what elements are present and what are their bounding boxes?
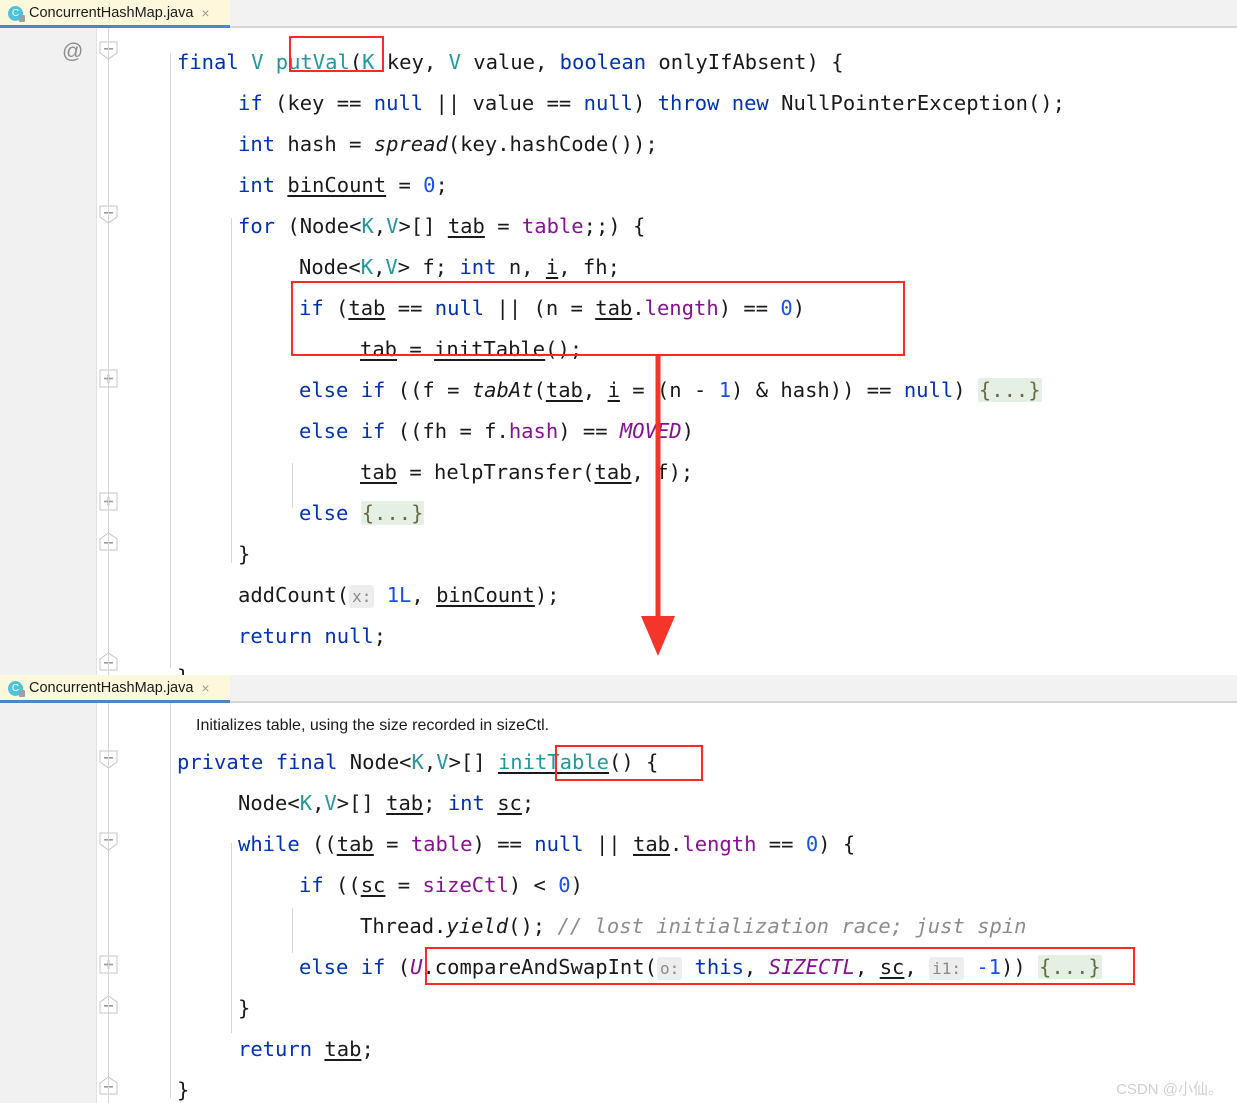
code-line-11: else {...}: [299, 501, 425, 525]
code-line-3: int binCount = 0;: [238, 173, 448, 197]
code-area-top[interactable]: final V putVal(K key, V value, boolean o…: [0, 28, 1237, 675]
indent-guide-2: [292, 463, 293, 508]
code-line-b1: Node<K,V>[] tab; int sc;: [238, 791, 535, 815]
code-line-b5: else if (U.compareAndSwapInt(o: this, SI…: [299, 955, 1102, 980]
tabbar-bottom: C ConcurrentHashMap.java ×: [0, 675, 1237, 703]
code-line-b3: if ((sc = sizeCtl) < 0): [299, 873, 583, 897]
editor-pane-bottom: Initializes table, using the size record…: [0, 703, 1237, 1103]
code-line-5: Node<K,V> f; int n, i, fh;: [299, 255, 620, 279]
code-line-12: }: [238, 542, 251, 566]
inlay-hint-o: o:: [656, 957, 683, 980]
code-line-b8: }: [177, 1078, 190, 1102]
code-line-b2: while ((tab = table) == null || tab.leng…: [238, 832, 856, 856]
tabbar-top: C ConcurrentHashMap.java ×: [0, 0, 1237, 28]
code-line-b0: private final Node<K,V>[] initTable() {: [177, 750, 659, 774]
watermark: CSDN @小仙。: [1116, 1081, 1223, 1098]
code-line-b7: return tab;: [238, 1037, 374, 1061]
editor-tab-concurrenthashmap-top[interactable]: C ConcurrentHashMap.java ×: [0, 0, 230, 28]
java-class-icon: C: [8, 5, 25, 22]
inlay-hint-i1: i1:: [929, 957, 964, 980]
code-line-0: final V putVal(K key, V value, boolean o…: [177, 50, 844, 74]
editor-tab-label-bottom: ConcurrentHashMap.java: [29, 680, 194, 696]
editor-root: C ConcurrentHashMap.java × @ final V put…: [0, 0, 1237, 1103]
code-area-bottom[interactable]: Initializes table, using the size record…: [0, 703, 1237, 1102]
annotation-arrow-down: [641, 356, 675, 656]
code-line-15: }: [177, 657, 189, 675]
code-line-2: int hash = spread(key.hashCode());: [238, 132, 658, 156]
code-line-4: for (Node<K,V>[] tab = table;;) {: [238, 214, 646, 238]
close-icon[interactable]: ×: [201, 681, 209, 695]
inlay-hint-x: x:: [349, 585, 375, 608]
code-line-7: tab = initTable();: [360, 337, 583, 361]
code-line-6: if (tab == null || (n = tab.length) == 0…: [299, 296, 806, 320]
editor-tab-concurrenthashmap-bottom[interactable]: C ConcurrentHashMap.java ×: [0, 675, 230, 703]
code-line-13: addCount(x: 1L, binCount);: [238, 583, 560, 608]
code-line-b6: }: [238, 996, 251, 1020]
close-icon[interactable]: ×: [201, 6, 209, 20]
code-line-b4: Thread.yield(); // lost initialization r…: [360, 914, 1027, 938]
doc-comment-summary: Initializes table, using the size record…: [196, 717, 550, 734]
code-line-1: if (key == null || value == null) throw …: [238, 91, 1065, 115]
code-line-14: return null;: [238, 624, 387, 648]
editor-tab-label: ConcurrentHashMap.java: [29, 5, 194, 21]
editor-pane-top: @ final V putVal(K key, V value, boolean…: [0, 28, 1237, 675]
java-class-icon: C: [8, 680, 25, 697]
